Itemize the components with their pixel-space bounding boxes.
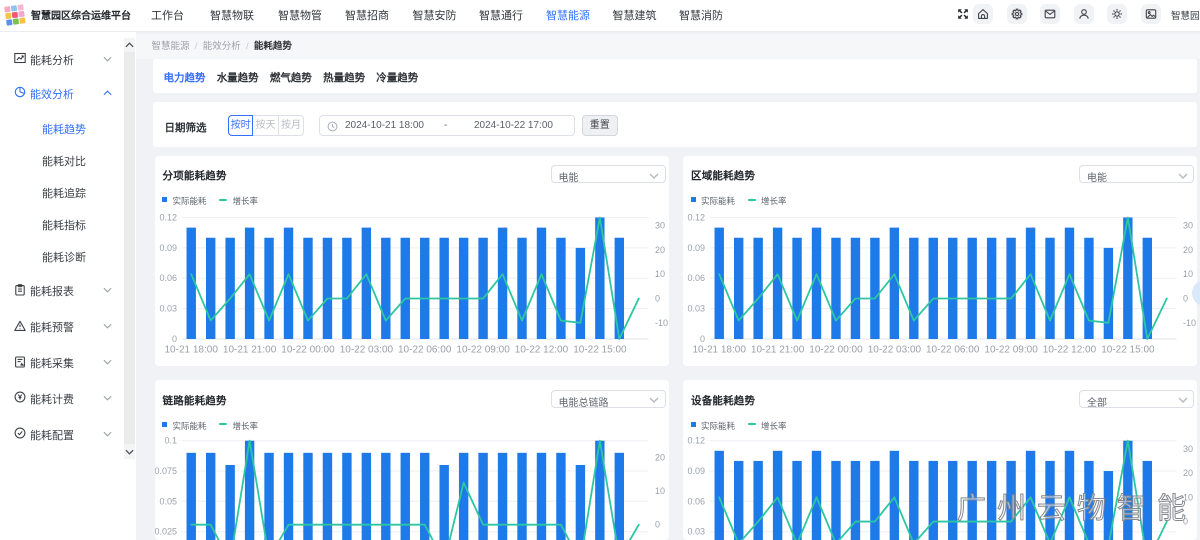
svg-text:0.03: 0.03 <box>687 303 705 313</box>
svg-text:10-21 21:00: 10-21 21:00 <box>222 344 276 355</box>
svg-text:10-21 18:00: 10-21 18:00 <box>693 344 747 355</box>
svg-text:30: 30 <box>654 220 664 230</box>
svg-text:10-22 06:00: 10-22 06:00 <box>926 344 980 355</box>
svg-text:20: 20 <box>1183 468 1193 478</box>
svg-text:10-22 15:00: 10-22 15:00 <box>1101 344 1155 355</box>
svg-text:10: 10 <box>1183 269 1193 279</box>
svg-text:10: 10 <box>654 269 664 279</box>
svg-text:10-22 15:00: 10-22 15:00 <box>573 344 627 355</box>
svg-text:0.06: 0.06 <box>687 496 705 506</box>
svg-text:10-22 12:00: 10-22 12:00 <box>1043 344 1097 355</box>
svg-text:10-22 09:00: 10-22 09:00 <box>456 344 510 355</box>
svg-text:0.09: 0.09 <box>687 242 705 252</box>
svg-text:10-22 00:00: 10-22 00:00 <box>809 344 863 355</box>
svg-text:-10: -10 <box>1183 317 1196 327</box>
svg-text:10-22 03:00: 10-22 03:00 <box>868 344 922 355</box>
svg-text:0: 0 <box>700 334 705 344</box>
svg-text:0.06: 0.06 <box>687 273 705 283</box>
svg-text:0: 0 <box>171 334 176 344</box>
svg-text:0.06: 0.06 <box>159 273 177 283</box>
svg-text:0: 0 <box>654 293 659 303</box>
svg-text:0.12: 0.12 <box>687 436 705 446</box>
svg-text:10-21 18:00: 10-21 18:00 <box>164 344 218 355</box>
svg-text:0: 0 <box>654 520 659 530</box>
svg-text:10-21 21:00: 10-21 21:00 <box>751 344 805 355</box>
svg-text:10-22 12:00: 10-22 12:00 <box>514 344 568 355</box>
svg-text:0.12: 0.12 <box>159 212 177 222</box>
svg-text:0.1: 0.1 <box>164 436 177 446</box>
svg-text:0.03: 0.03 <box>159 303 177 313</box>
svg-text:30: 30 <box>1183 444 1193 454</box>
svg-text:0.075: 0.075 <box>155 466 177 476</box>
svg-text:0.025: 0.025 <box>155 527 177 537</box>
svg-text:-10: -10 <box>654 317 667 327</box>
svg-text:10-22 09:00: 10-22 09:00 <box>984 344 1038 355</box>
svg-text:0.09: 0.09 <box>159 242 177 252</box>
svg-text:0.12: 0.12 <box>687 212 705 222</box>
svg-text:0.09: 0.09 <box>687 466 705 476</box>
svg-text:10-22 00:00: 10-22 00:00 <box>281 344 335 355</box>
svg-text:20: 20 <box>1183 244 1193 254</box>
svg-text:0: 0 <box>1183 293 1188 303</box>
svg-text:10-22 03:00: 10-22 03:00 <box>339 344 393 355</box>
svg-text:20: 20 <box>654 244 664 254</box>
svg-text:0.05: 0.05 <box>159 496 177 506</box>
svg-text:30: 30 <box>1183 220 1193 230</box>
svg-text:10-22 06:00: 10-22 06:00 <box>398 344 452 355</box>
svg-text:0.03: 0.03 <box>687 527 705 537</box>
svg-text:20: 20 <box>654 453 664 463</box>
svg-text:10: 10 <box>654 486 664 496</box>
